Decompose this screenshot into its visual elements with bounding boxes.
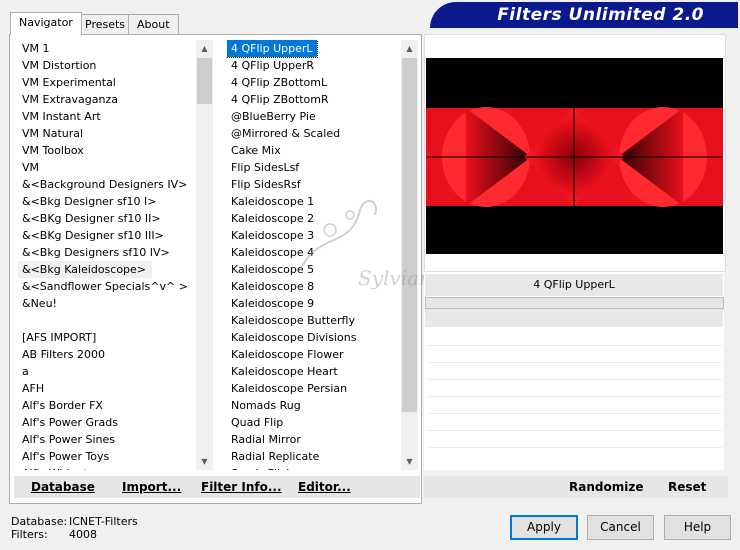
list-item[interactable]: AB Filters 2000 [18, 346, 196, 363]
divider [426, 447, 722, 448]
filters-label: Filters: [11, 528, 48, 541]
list-item[interactable]: Quad Flip [227, 414, 401, 431]
list-item[interactable]: Kaleidoscope Butterfly [227, 312, 401, 329]
database-status: Database: ICNET-Filters [11, 515, 138, 528]
list-item[interactable]: VM Distortion [18, 57, 196, 74]
list-item[interactable]: VM Toolbox [18, 142, 196, 159]
tab-presets[interactable]: Presets [76, 14, 135, 35]
divider [426, 413, 722, 414]
list-item[interactable]: Alf's Power Toys [18, 448, 196, 465]
tab-navigator[interactable]: Navigator [10, 12, 82, 35]
category-list[interactable]: VM 1 VM Distortion VM Experimental VM Extra… [18, 40, 196, 470]
list-item[interactable]: 4 QFlip ZBottomL [227, 74, 401, 91]
category-scrollbar[interactable]: ▲ ▼ [196, 40, 213, 470]
parameter-row [425, 309, 723, 327]
divider [426, 345, 722, 346]
list-item[interactable]: Flip SidesLsf [227, 159, 401, 176]
divider [426, 379, 722, 380]
scroll-up-icon[interactable]: ▲ [401, 40, 418, 57]
list-item[interactable]: Kaleidoscope 9 [227, 295, 401, 312]
scroll-up-icon[interactable]: ▲ [196, 40, 213, 57]
list-item[interactable]: Radial Replicate [227, 448, 401, 465]
preview-image[interactable] [426, 58, 723, 254]
list-item[interactable]: Alf's Widgets [18, 465, 196, 470]
list-item[interactable]: 4 QFlip UpperR [227, 57, 401, 74]
import-button[interactable]: Import... [122, 476, 181, 498]
list-item[interactable]: Alf's Power Grads [18, 414, 196, 431]
list-item[interactable]: VM Instant Art [18, 108, 196, 125]
scroll-down-icon[interactable]: ▼ [401, 453, 418, 470]
list-item[interactable]: Nomads Rug [227, 397, 401, 414]
navigator-toolbar: Database Import... Filter Info... Editor… [14, 476, 420, 498]
list-item[interactable]: &<Bkg Kaleidoscope> [18, 261, 153, 278]
list-item[interactable]: 4 QFlip ZBottomR [227, 91, 401, 108]
list-item[interactable]: &<Bkg Designer sf10 I> [18, 193, 196, 210]
list-item[interactable]: Alf's Power Sines [18, 431, 196, 448]
reset-button[interactable]: Reset [668, 476, 706, 498]
list-item[interactable] [18, 312, 196, 329]
selected-filter-name: 4 QFlip UpperL [425, 274, 723, 296]
list-item[interactable]: Cake Mix [227, 142, 401, 159]
database-label: Database: [11, 515, 68, 528]
list-item[interactable]: &<Background Designers IV> [18, 176, 196, 193]
list-item[interactable]: &<Bkg Designers sf10 IV> [18, 244, 196, 261]
list-item[interactable]: Alf's Border FX [18, 397, 196, 414]
list-item[interactable]: VM 1 [18, 40, 196, 57]
list-item[interactable]: Kaleidoscope Persian [227, 380, 401, 397]
apply-button[interactable]: Apply [510, 515, 578, 540]
list-item[interactable]: Kaleidoscope Divisions [227, 329, 401, 346]
randomize-button[interactable]: Randomize [569, 476, 643, 498]
list-item[interactable]: Kaleidoscope Flower [227, 346, 401, 363]
list-item[interactable]: Seeds Flickr [227, 465, 401, 470]
list-item[interactable]: VM Natural [18, 125, 196, 142]
database-button[interactable]: Database [31, 476, 95, 498]
divider [426, 396, 722, 397]
list-item[interactable]: &<BKg Designer sf10 III> [18, 227, 196, 244]
tab-about[interactable]: About [128, 14, 179, 35]
list-item[interactable]: Radial Mirror [227, 431, 401, 448]
list-item[interactable]: a [18, 363, 196, 380]
list-item[interactable]: &Neu! [18, 295, 196, 312]
filters-status: Filters: 4008 [11, 528, 97, 541]
scroll-thumb[interactable] [197, 58, 212, 104]
parameter-slider[interactable] [425, 297, 724, 309]
divider [426, 430, 722, 431]
list-item[interactable]: @BlueBerry Pie [227, 108, 401, 125]
app-title: Filters Unlimited 2.0 [497, 5, 704, 25]
list-item[interactable]: AFH [18, 380, 196, 397]
filter-info-button[interactable]: Filter Info... [201, 476, 282, 498]
list-item[interactable]: &<Sandflower Specials^v^ > [18, 278, 196, 295]
list-item[interactable]: Kaleidoscope Heart [227, 363, 401, 380]
cancel-button[interactable]: Cancel [587, 515, 654, 540]
preview-kaleidoscope [426, 58, 723, 254]
editor-button[interactable]: Editor... [298, 476, 351, 498]
list-item[interactable]: @Mirrored & Scaled [227, 125, 401, 142]
list-item[interactable]: 4 QFlip UpperL [227, 40, 318, 58]
filters-value: 4008 [69, 528, 97, 541]
list-item[interactable]: VM Experimental [18, 74, 196, 91]
parameter-toolbar: Randomize Reset [424, 476, 728, 498]
list-item[interactable]: &<BKg Designer sf10 II> [18, 210, 196, 227]
divider [426, 362, 722, 363]
list-item[interactable]: [AFS IMPORT] [18, 329, 196, 346]
database-value: ICNET-Filters [69, 515, 138, 528]
list-item[interactable]: VM [18, 159, 196, 176]
list-item[interactable]: VM Extravaganza [18, 91, 196, 108]
scroll-down-icon[interactable]: ▼ [196, 453, 213, 470]
help-button[interactable]: Help [664, 515, 731, 540]
watermark: Sylviane [299, 200, 444, 290]
title-banner: Filters Unlimited 2.0 [430, 2, 738, 28]
